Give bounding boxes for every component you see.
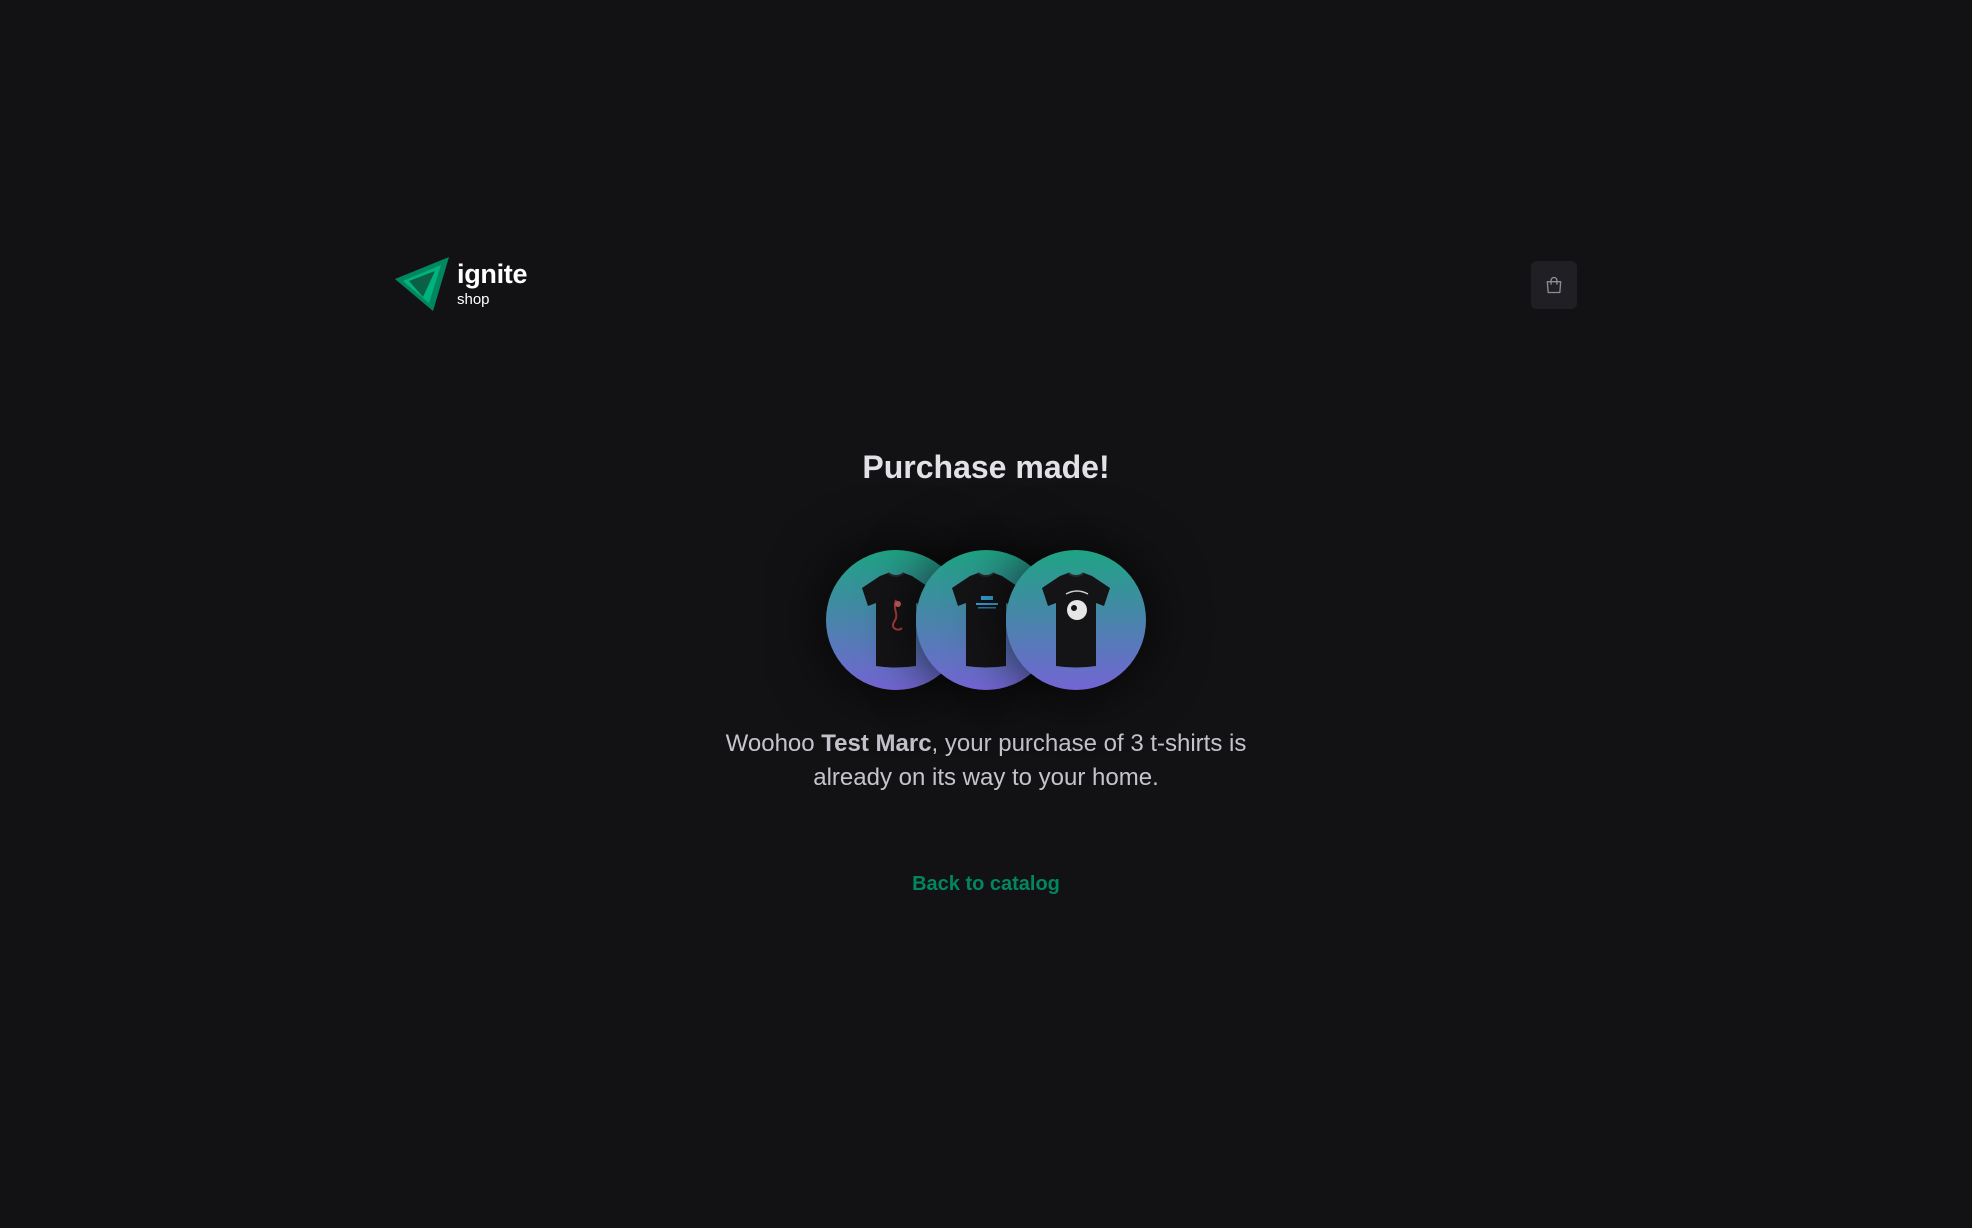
success-page: ignite shop Purchase made! Woohoo Test M…	[0, 0, 1972, 1228]
success-message: Woohoo Test Marc, your purchase of 3 t-s…	[706, 727, 1266, 795]
back-to-catalog-link[interactable]: Back to catalog	[912, 873, 1060, 896]
logo[interactable]: ignite shop	[395, 256, 528, 312]
logo-subtitle: shop	[457, 291, 490, 308]
message-prefix: Woohoo	[725, 730, 822, 757]
cart-button[interactable]	[1531, 261, 1577, 309]
product-thumbnail	[1006, 550, 1146, 690]
customer-name: Test Marc	[821, 730, 932, 757]
logo-title: ignite	[457, 259, 528, 289]
header: ignite shop	[395, 256, 1577, 312]
page-title: Purchase made!	[862, 449, 1110, 485]
product-thumbnails	[826, 550, 1146, 690]
tshirt-image	[1042, 572, 1110, 668]
shopping-bag-icon	[1546, 276, 1562, 294]
success-content: Purchase made! Woohoo Test Marc, your pu…	[0, 446, 1972, 896]
ignite-logo-icon	[395, 257, 449, 311]
